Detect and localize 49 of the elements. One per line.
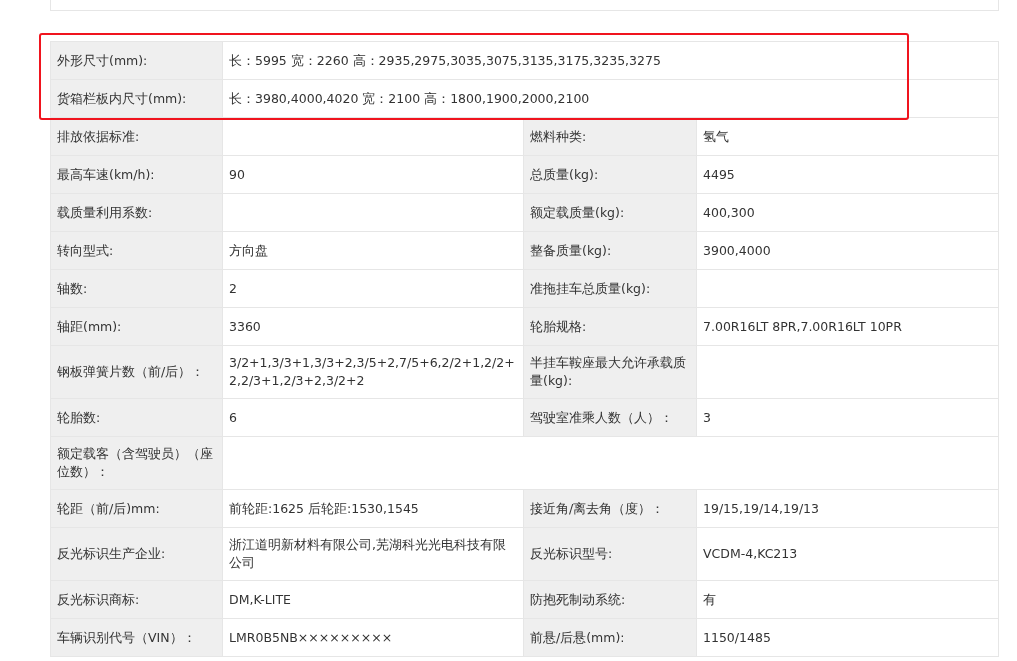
row-label: 货箱栏板内尺寸(mm): — [51, 80, 222, 118]
table-cell: 400,300 — [696, 194, 998, 232]
table-cell: 3 — [696, 399, 998, 437]
row-label: 外形尺寸(mm): — [51, 42, 222, 80]
row-label: 反光标识型号: — [524, 528, 696, 581]
row-label: 驾驶室准乘人数（人）： — [524, 399, 696, 437]
table-cell: VCDM-4,KC213 — [696, 528, 998, 581]
row-label: 半挂车鞍座最大允许承载质量(kg): — [524, 346, 696, 399]
table-cell: 长：3980,4000,4020 宽：2100 高：1800,1900,2000,2100 — [222, 80, 998, 118]
table-cell: 有 — [696, 581, 998, 619]
row-label: 轴距(mm): — [51, 308, 222, 346]
row-label: 转向型式: — [51, 232, 222, 270]
row-label: 防抱死制动系统: — [524, 581, 696, 619]
row-label: 额定载客（含驾驶员）（座位数）： — [51, 437, 222, 490]
row-label: 整备质量(kg): — [524, 232, 696, 270]
table-cell: 3/2+1,3/3+1,3/3+2,3/5+2,7/5+6,2/2+1,2/2+2,2/3+1,2/3+2,3/2+2 — [222, 346, 524, 399]
row-label: 总质量(kg): — [524, 156, 696, 194]
table-cell: 6 — [222, 399, 524, 437]
row-label: 钢板弹簧片数（前/后）： — [51, 346, 222, 399]
table-cell: 19/15,19/14,19/13 — [696, 490, 998, 528]
table-cell: 3900,4000 — [696, 232, 998, 270]
row-label: 前悬/后悬(mm): — [524, 619, 696, 657]
table-cell: 1150/1485 — [696, 619, 998, 657]
table-cell: 4495 — [696, 156, 998, 194]
table-cell: 90 — [222, 156, 524, 194]
row-label: 接近角/离去角（度）： — [524, 490, 696, 528]
row-label: 最高车速(km/h): — [51, 156, 222, 194]
row-label: 轮胎数: — [51, 399, 222, 437]
table-cell: 方向盘 — [222, 232, 524, 270]
table-cell: LMR0B5NB××××××××× — [222, 619, 524, 657]
row-label: 排放依据标准: — [51, 118, 222, 156]
row-label: 准拖挂车总质量(kg): — [524, 270, 696, 308]
table-cell: 3360 — [222, 308, 524, 346]
table-cell: 浙江道明新材料有限公司,芜湖科光光电科技有限公司 — [222, 528, 524, 581]
row-label: 轴数: — [51, 270, 222, 308]
row-label: 燃料种类: — [524, 118, 696, 156]
row-label: 额定载质量(kg): — [524, 194, 696, 232]
row-label: 反光标识商标: — [51, 581, 222, 619]
row-label: 反光标识生产企业: — [51, 528, 222, 581]
row-label: 轮距（前/后)mm: — [51, 490, 222, 528]
table-cell: DM,K-LITE — [222, 581, 524, 619]
row-label: 车辆识别代号（VIN）： — [51, 619, 222, 657]
row-label: 轮胎规格: — [524, 308, 696, 346]
row-label: 载质量利用系数: — [51, 194, 222, 232]
table-cell: 氢气 — [696, 118, 998, 156]
table-cell: 前轮距:1625 后轮距:1530,1545 — [222, 490, 524, 528]
table-cell: 7.00R16LT 8PR,7.00R16LT 10PR — [696, 308, 998, 346]
table-cell: 2 — [222, 270, 524, 308]
table-cell: 长：5995 宽：2260 高：2935,2975,3035,3075,3135,3175,3235,3275 — [222, 42, 998, 80]
